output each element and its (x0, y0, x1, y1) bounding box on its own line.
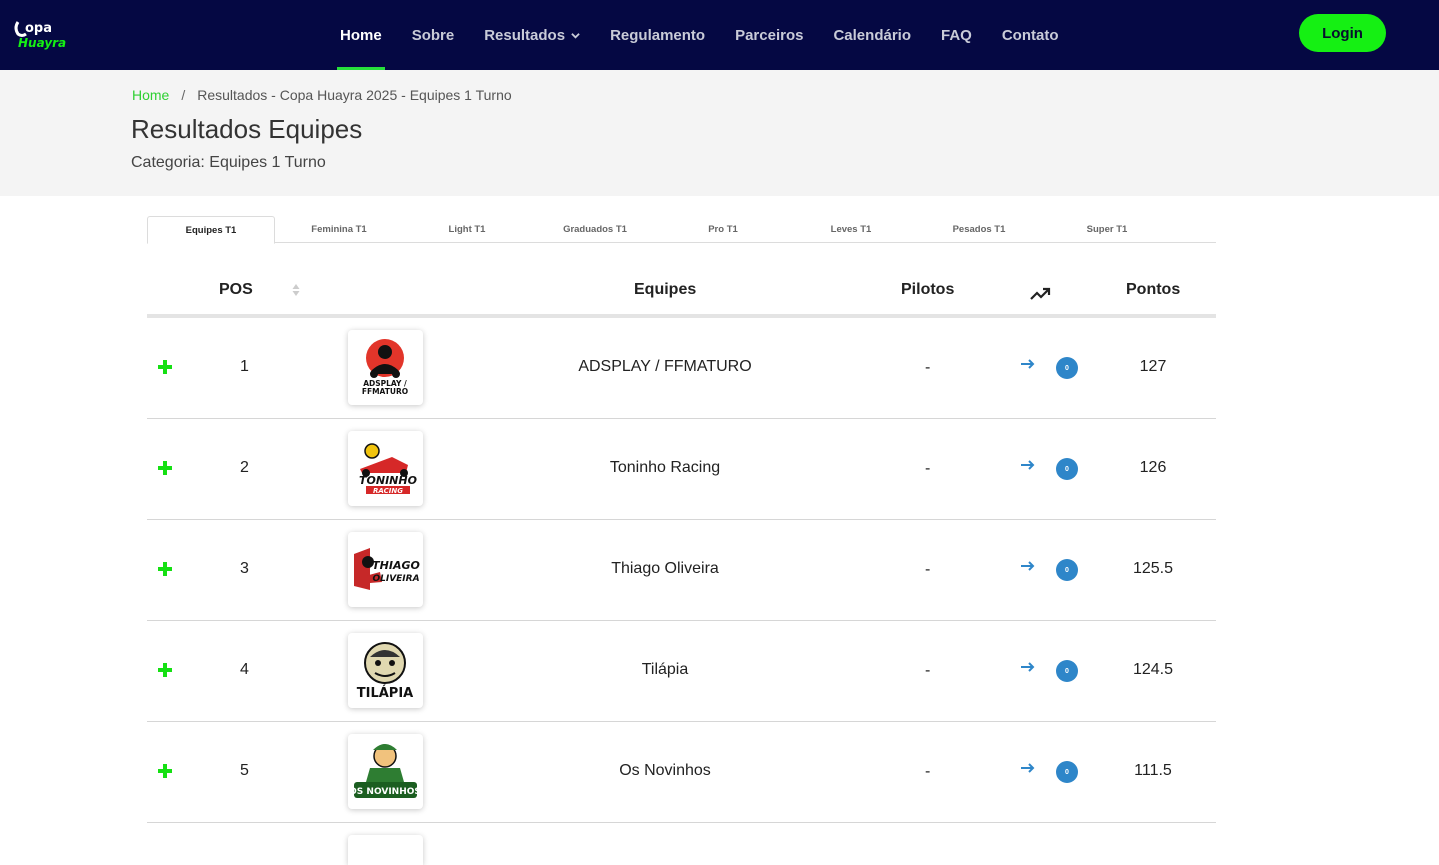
tab-light-t1[interactable]: Light T1 (403, 216, 531, 243)
nav-sobre[interactable]: Sobre (397, 0, 470, 70)
nav-regulamento[interactable]: Regulamento (595, 0, 720, 70)
nav-home-label: Home (340, 26, 382, 44)
row-position: 2 (240, 459, 249, 476)
main-nav: Home Sobre Resultados Regulamento Parcei… (325, 0, 1074, 70)
team-logo: OS NOVINHOS (348, 734, 423, 809)
expand-plus-icon[interactable] (157, 662, 173, 678)
expand-plus-icon[interactable] (157, 561, 173, 577)
nav-regulamento-label: Regulamento (610, 26, 706, 44)
svg-text:Huayra: Huayra (18, 36, 66, 50)
nav-resultados[interactable]: Resultados (469, 0, 595, 70)
row-position: 3 (240, 560, 249, 577)
row-position: 5 (240, 762, 249, 779)
arrow-right-icon (1021, 763, 1035, 773)
breadcrumb: Home / Resultados - Copa Huayra 2025 - E… (132, 87, 512, 103)
login-button[interactable]: Login (1299, 14, 1386, 52)
nav-sobre-label: Sobre (411, 26, 455, 44)
team-logo (348, 835, 423, 865)
row-pilotos: - (925, 460, 931, 477)
breadcrumb-current: Resultados - Copa Huayra 2025 - Equipes … (197, 87, 512, 103)
team-logo: TONINHO RACING (348, 431, 423, 506)
breadcrumb-home-link[interactable]: Home (132, 87, 169, 103)
svg-text:opa: opa (25, 21, 52, 36)
row-position: 4 (240, 661, 249, 678)
table-row: 1 ADSPLAY / FFMATURO ADSPLAY / FFMATURO -… (147, 318, 1216, 419)
nav-calendario[interactable]: Calendário (818, 0, 926, 70)
nav-faq-label: FAQ (941, 26, 972, 44)
expand-plus-icon[interactable] (157, 763, 173, 779)
nav-parceiros[interactable]: Parceiros (720, 0, 818, 70)
tab-graduados-t1[interactable]: Graduados T1 (531, 216, 659, 243)
row-points: 126 (1139, 459, 1167, 476)
row-pilotos: - (925, 561, 931, 578)
team-logo: TILÁPIA (348, 633, 423, 708)
page-subtitle: Categoria: Equipes 1 Turno (131, 154, 326, 171)
nav-parceiros-label: Parceiros (735, 26, 804, 44)
row-position: 1 (240, 358, 249, 375)
svg-text:TONINHO: TONINHO (359, 474, 417, 487)
arrow-right-icon (1021, 561, 1035, 571)
row-team-name: Toninho Racing (609, 459, 721, 476)
row-team-name: Thiago Oliveira (611, 560, 719, 577)
tab-super-t1[interactable]: Super T1 (1043, 216, 1171, 243)
nav-faq[interactable]: FAQ (926, 0, 987, 70)
chevron-down-icon (571, 32, 580, 39)
page-title: Resultados Equipes (131, 114, 363, 144)
row-team-name: Os Novinhos (619, 762, 711, 779)
row-points: 125.5 (1132, 560, 1174, 577)
results-table: POS Equipes Pilotos Pontos 1 ADSPLAY / FF… (147, 262, 1216, 865)
column-header-pontos: Pontos (1126, 281, 1181, 298)
sort-icon[interactable] (291, 282, 301, 298)
tab-feminina-t1[interactable]: Feminina T1 (275, 216, 403, 243)
table-row: 5 OS NOVINHOS Os Novinhos - 0 111.5 (147, 722, 1216, 823)
svg-text:FFMATURO: FFMATURO (362, 387, 408, 396)
column-header-pilotos: Pilotos (901, 281, 955, 298)
expand-plus-icon[interactable] (157, 359, 173, 375)
arrow-right-icon (1021, 359, 1035, 369)
row-pilotos: - (925, 359, 931, 376)
nav-contato[interactable]: Contato (987, 0, 1074, 70)
table-row: 4 TILÁPIA Tilápia - 0 124.5 (147, 621, 1216, 722)
svg-text:OLIVEIRA: OLIVEIRA (372, 574, 419, 584)
row-points: 124.5 (1132, 661, 1174, 678)
row-team-name: ADSPLAY / FFMATURO (578, 358, 752, 375)
row-pilotos: - (925, 662, 931, 679)
table-header: POS Equipes Pilotos Pontos (147, 262, 1216, 318)
row-points: 127 (1139, 358, 1167, 375)
svg-text:RACING: RACING (373, 487, 403, 495)
svg-text:OS NOVINHOS: OS NOVINHOS (349, 787, 421, 797)
table-row: 3 THIAGO OLIVEIRA Thiago Oliveira - 0 125… (147, 520, 1216, 621)
column-header-pos[interactable]: POS (219, 281, 253, 299)
row-points: 111.5 (1134, 762, 1172, 779)
table-row-partial (147, 823, 1216, 865)
page-header: Home / Resultados - Copa Huayra 2025 - E… (0, 70, 1439, 196)
arrow-right-icon (1021, 460, 1035, 470)
expand-plus-icon[interactable] (157, 460, 173, 476)
table-row: 2 TONINHO RACING Toninho Racing - 0 126 (147, 419, 1216, 520)
team-logo: THIAGO OLIVEIRA (348, 532, 423, 607)
svg-text:THIAGO: THIAGO (372, 559, 420, 572)
breadcrumb-separator: / (181, 87, 186, 103)
tab-pesados-t1[interactable]: Pesados T1 (915, 216, 1043, 243)
nav-contato-label: Contato (1001, 26, 1059, 44)
arrow-right-icon (1021, 662, 1035, 672)
nav-home[interactable]: Home (325, 0, 397, 70)
row-pilotos: - (925, 763, 931, 780)
category-tabs: Equipes T1 Feminina T1 Light T1 Graduado… (147, 216, 1216, 244)
nav-resultados-label: Resultados (484, 26, 566, 44)
column-header-equipes: Equipes (634, 281, 697, 298)
svg-text:TILÁPIA: TILÁPIA (357, 685, 413, 701)
tab-leves-t1[interactable]: Leves T1 (787, 216, 915, 243)
team-logo: ADSPLAY / FFMATURO (348, 330, 423, 405)
row-team-name: Tilápia (641, 661, 689, 678)
tab-pro-t1[interactable]: Pro T1 (659, 216, 787, 243)
copa-huayra-logo[interactable]: opa Huayra (12, 14, 74, 54)
navbar: opa Huayra Home Sobre Resultados Regulam… (0, 0, 1439, 70)
tab-equipes-t1[interactable]: Equipes T1 (147, 216, 275, 244)
nav-calendario-label: Calendário (833, 26, 911, 44)
trending-up-icon (1030, 287, 1051, 300)
